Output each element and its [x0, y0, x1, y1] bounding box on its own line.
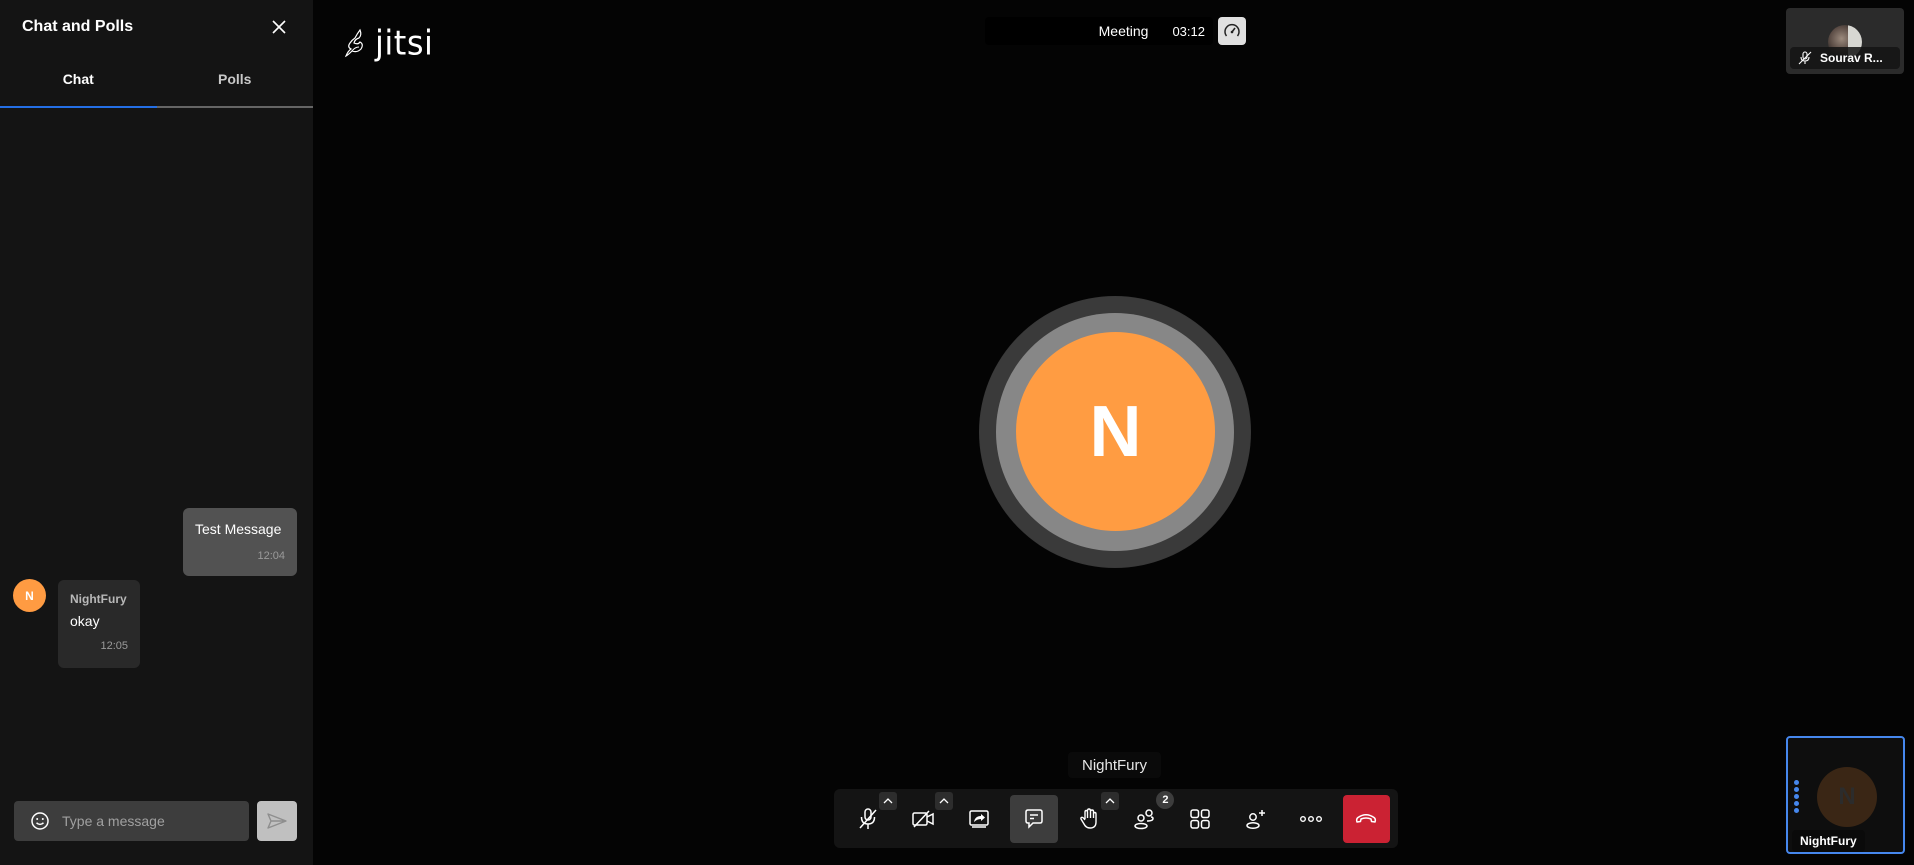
- meeting-info-bar: Meeting 03:12: [985, 17, 1213, 45]
- message-timestamp: 12:05: [100, 640, 128, 652]
- hangup-icon: [1356, 813, 1377, 823]
- send-icon: [267, 813, 287, 829]
- chat-icon: [1025, 808, 1043, 829]
- tile-view-button[interactable]: [1176, 795, 1223, 843]
- reactions-menu-chevron-up-icon[interactable]: [1101, 791, 1120, 810]
- participants-count-badge: 2: [1156, 790, 1175, 809]
- tile-view-icon: [1190, 808, 1210, 829]
- camera-button[interactable]: [899, 791, 953, 843]
- camera-menu-chevron-up-icon[interactable]: [934, 791, 953, 810]
- chat-message-remote: NightFury okay 12:05: [58, 580, 140, 668]
- jitsi-meeting-window: Chat and Polls Chat Polls Test Message 1…: [0, 0, 1914, 865]
- tab-chat[interactable]: Chat: [0, 54, 157, 108]
- message-text: Test Message: [195, 521, 282, 537]
- logo-text: jitsi: [375, 23, 434, 63]
- mic-muted-icon: [859, 807, 877, 829]
- message-input[interactable]: [62, 813, 242, 829]
- meeting-duration: 03:12: [1172, 23, 1205, 39]
- share-screen-icon: [968, 809, 989, 828]
- tab-polls[interactable]: Polls: [156, 54, 313, 108]
- microphone-menu-chevron-up-icon[interactable]: [879, 791, 898, 810]
- sidebar-title: Chat and Polls: [22, 18, 134, 35]
- remote-participant-thumbnail[interactable]: Sourav R...: [1786, 8, 1904, 74]
- dominant-speaker-avatar: N: [1016, 332, 1215, 531]
- chat-sidebar: Chat and Polls Chat Polls Test Message 1…: [0, 0, 313, 865]
- participants-button[interactable]: 2: [1121, 790, 1175, 843]
- local-participant-thumbnail[interactable]: N NightFury: [1786, 736, 1905, 854]
- send-button[interactable]: [257, 801, 297, 841]
- invite-button[interactable]: [1232, 795, 1279, 843]
- meeting-name: Meeting: [1098, 23, 1149, 39]
- chat-button[interactable]: [1010, 794, 1058, 843]
- sidebar-tabs: Chat Polls: [0, 54, 313, 108]
- chat-message-local: Test Message 12:04: [183, 508, 297, 576]
- participants-icon: [1133, 808, 1154, 829]
- audio-level-indicator: [1794, 780, 1799, 813]
- close-icon[interactable]: [267, 15, 291, 39]
- share-screen-button[interactable]: [955, 795, 1002, 843]
- mic-muted-icon: [1798, 51, 1812, 65]
- emoji-icon[interactable]: [30, 811, 50, 831]
- microphone-button[interactable]: [844, 791, 898, 843]
- avatar: N: [13, 579, 46, 612]
- camera-off-icon: [912, 809, 934, 828]
- hangup-button[interactable]: [1342, 794, 1391, 843]
- dominant-speaker-name: NightFury: [1068, 752, 1162, 778]
- local-participant-name: NightFury: [1792, 830, 1865, 852]
- participant-name-bar: Sourav R...: [1790, 47, 1900, 69]
- message-composer: [14, 801, 249, 841]
- gauge-icon: [1224, 23, 1240, 37]
- local-avatar: N: [1817, 767, 1877, 827]
- message-text: okay: [70, 613, 100, 629]
- message-sender: NightFury: [70, 592, 127, 606]
- sidebar-header: Chat and Polls: [0, 0, 313, 54]
- raise-hand-icon: [1080, 807, 1098, 829]
- add-user-icon: [1245, 809, 1265, 829]
- raise-hand-button[interactable]: [1066, 791, 1120, 843]
- more-actions-button[interactable]: [1287, 795, 1334, 843]
- message-timestamp: 12:04: [257, 550, 285, 562]
- jitsi-logo[interactable]: jitsi: [343, 23, 434, 63]
- performance-settings-button[interactable]: [1218, 17, 1246, 45]
- participant-name: Sourav R...: [1820, 51, 1883, 65]
- more-icon: [1299, 815, 1322, 822]
- jitsi-logo-icon: [344, 28, 363, 58]
- meeting-toolbar: 2: [834, 789, 1398, 848]
